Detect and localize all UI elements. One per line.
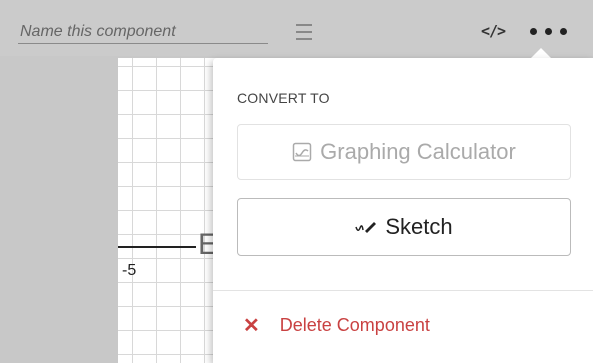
x-axis xyxy=(118,246,196,248)
convert-to-heading: CONVERT TO xyxy=(237,90,330,106)
axis-tick-label: -5 xyxy=(122,262,137,279)
hamburger-menu-icon[interactable] xyxy=(292,20,316,44)
more-options-icon[interactable] xyxy=(530,28,567,35)
code-view-icon[interactable]: </> xyxy=(481,22,506,40)
delete-component-label: Delete Component xyxy=(279,315,430,335)
graph-icon xyxy=(292,142,312,162)
divider xyxy=(213,290,593,291)
sketch-label: Sketch xyxy=(385,214,453,239)
sketch-pen-icon xyxy=(355,219,377,235)
delete-component-button[interactable]: ✕ Delete Component xyxy=(243,313,430,338)
graph-canvas[interactable]: -5 E xyxy=(118,58,228,363)
options-popover: CONVERT TO Graphing Calculator Sketch ✕ … xyxy=(213,58,593,363)
component-name-input[interactable] xyxy=(18,20,268,44)
convert-graphing-calculator-button[interactable]: Graphing Calculator xyxy=(237,124,571,180)
component-header: </> xyxy=(0,0,593,56)
convert-sketch-button[interactable]: Sketch xyxy=(237,198,571,256)
close-icon: ✕ xyxy=(243,315,260,337)
graphing-calculator-label: Graphing Calculator xyxy=(320,139,516,164)
